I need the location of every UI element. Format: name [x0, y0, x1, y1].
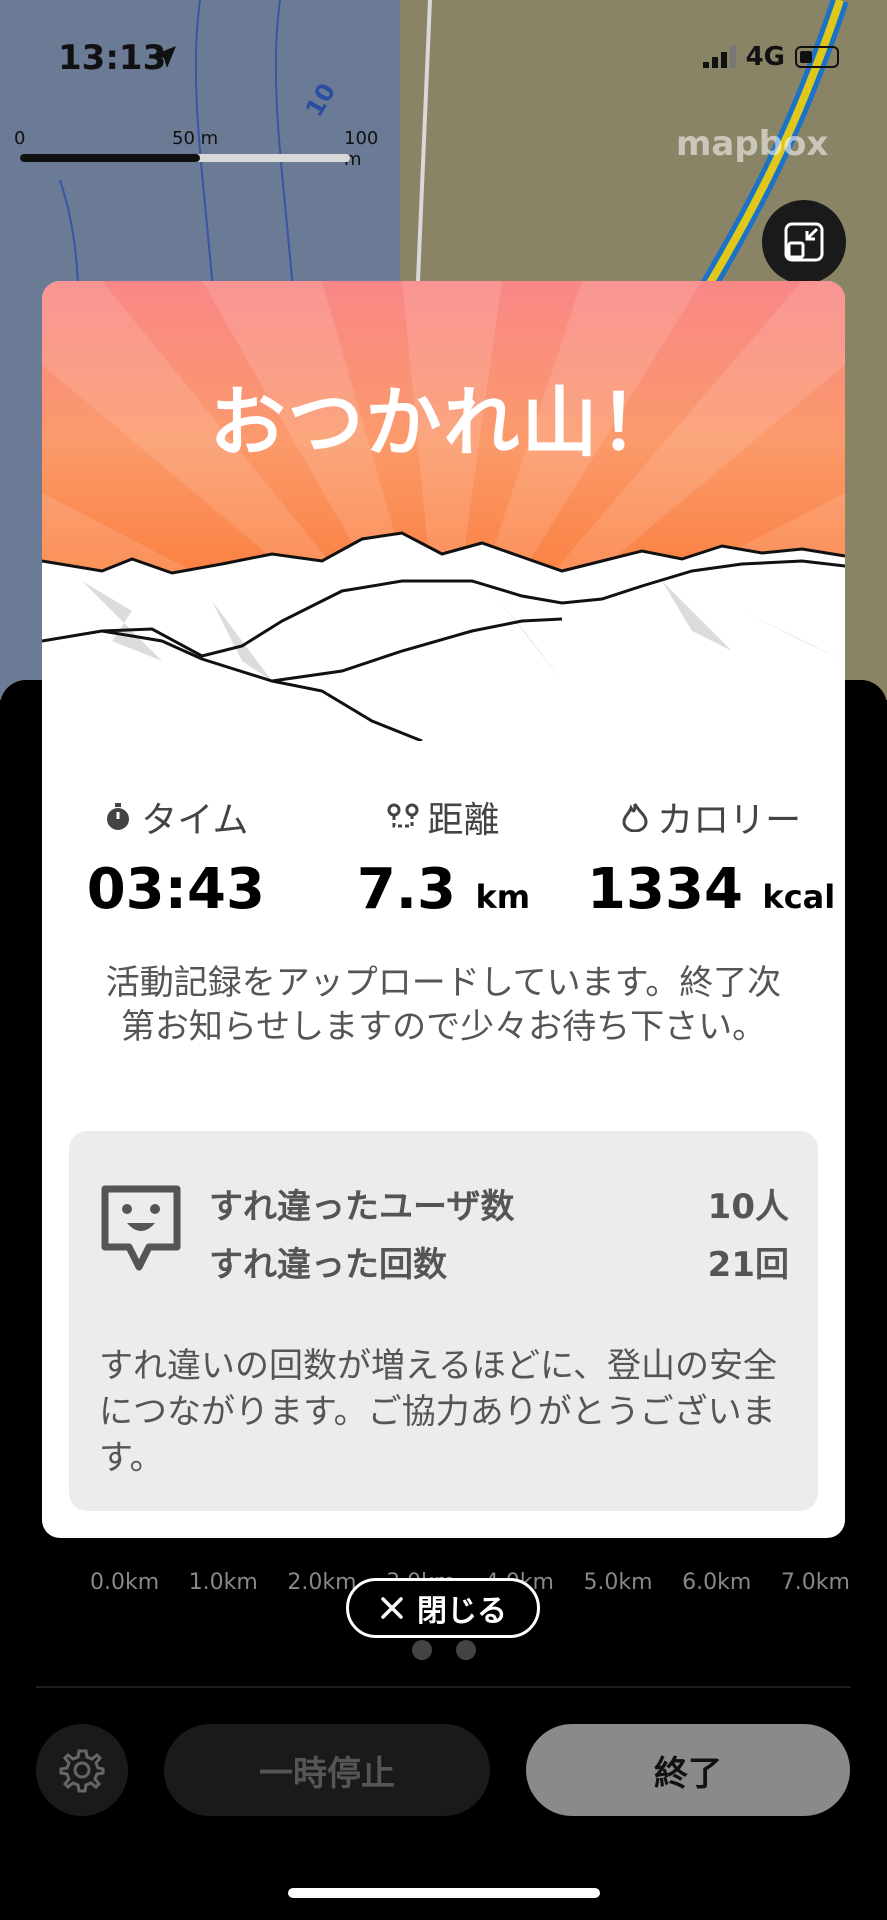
stat-calorie: カロリー 1334 kcal — [581, 791, 841, 922]
route-icon — [387, 803, 419, 828]
pass-note: すれ違いの回数が増えるほどに、登山の安全につながります。ご協力ありがとうございま… — [99, 1346, 777, 1478]
map-collapse-button[interactable] — [762, 200, 846, 284]
stat-time: タイム 03:43 — [46, 791, 306, 922]
stat-calorie-unit: kcal — [762, 878, 836, 916]
signal-icon — [702, 46, 736, 68]
pass-users-value: 10人 — [707, 1187, 789, 1227]
flame-icon — [622, 803, 648, 832]
scale-label-0: 0 — [14, 128, 26, 149]
pass-users-row: すれ違ったユーザ数 10人 — [209, 1179, 789, 1228]
pause-label: 一時停止 — [259, 1753, 395, 1794]
stat-calorie-value: 1334 — [587, 857, 743, 922]
pause-button[interactable]: 一時停止 — [164, 1724, 490, 1816]
stat-time-label: タイム — [141, 800, 249, 841]
close-icon — [381, 1597, 403, 1619]
axis-tick: 7.0km — [780, 1570, 850, 1595]
upload-message: 活動記録をアップロードしています。終了次第お知らせしますので少々お待ち下さい。 — [105, 963, 782, 1047]
page-dot[interactable] — [456, 1640, 476, 1660]
end-label: 終了 — [654, 1753, 722, 1794]
map-scale: 0 50 m 100 m — [14, 128, 378, 170]
scale-label-100: 100 m — [344, 128, 379, 170]
pass-info-box: すれ違ったユーザ数 10人 すれ違った回数 21回 すれ違いの回数が増えるほどに… — [69, 1131, 818, 1511]
stat-distance-value: 7.3 — [356, 857, 457, 922]
stats-row: タイム 03:43 距離 7.3 km カロリー 1334 kcal — [42, 791, 845, 922]
smiley-chat-icon — [101, 1185, 181, 1271]
battery-icon — [795, 46, 839, 68]
axis-tick: 0.0km — [90, 1570, 160, 1595]
status-time: 13:13 — [58, 38, 167, 78]
axis-tick: 1.0km — [188, 1570, 258, 1595]
pass-count-row: すれ違った回数 21回 — [209, 1237, 789, 1286]
stat-distance: 距離 7.3 km — [313, 791, 573, 922]
stat-distance-unit: km — [475, 878, 531, 916]
mapbox-logo-text: mapbox — [676, 124, 829, 164]
status-bar: 13:13 4G — [0, 0, 887, 110]
summary-modal: おつかれ山！ タイム 03:43 距離 7.3 km カロリー 1334 kca… — [42, 281, 845, 1538]
home-indicator — [288, 1888, 600, 1898]
stat-distance-label: 距離 — [427, 800, 500, 841]
mountains-illustration — [42, 531, 845, 741]
stat-calorie-label: カロリー — [657, 800, 802, 841]
axis-tick: 2.0km — [287, 1570, 357, 1595]
axis-tick: 6.0km — [682, 1570, 752, 1595]
settings-button[interactable] — [36, 1724, 128, 1816]
scale-bar — [20, 154, 350, 162]
modal-hero: おつかれ山！ — [42, 281, 845, 741]
end-button[interactable]: 終了 — [526, 1724, 850, 1816]
network-label: 4G — [745, 42, 785, 72]
stopwatch-icon — [107, 803, 130, 830]
pass-count-label: すれ違った回数 — [209, 1245, 447, 1285]
page-dot[interactable] — [412, 1640, 432, 1660]
collapse-icon — [784, 222, 824, 262]
mapbox-logo: mapbox — [676, 124, 828, 164]
gear-icon — [59, 1749, 105, 1793]
location-arrow-icon — [154, 46, 176, 68]
scale-label-50: 50 m — [172, 128, 219, 149]
close-button[interactable]: 閉じる — [346, 1578, 540, 1638]
axis-tick: 5.0km — [583, 1570, 653, 1595]
stat-time-value: 03:43 — [86, 857, 265, 922]
controls-divider — [36, 1686, 851, 1688]
pass-users-label: すれ違ったユーザ数 — [209, 1187, 515, 1227]
pass-count-value: 21回 — [707, 1245, 789, 1285]
page-indicator — [412, 1640, 476, 1660]
close-label: 閉じる — [417, 1594, 507, 1629]
